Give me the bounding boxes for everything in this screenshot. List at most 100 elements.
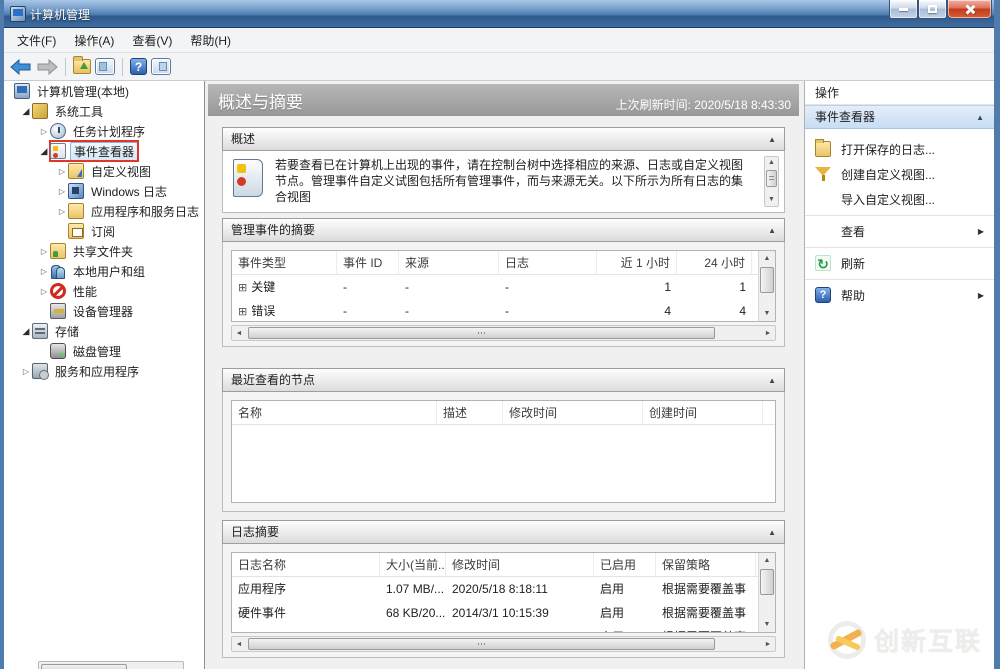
log-summary-vertical-scrollbar[interactable]: ▲ ▼ (758, 553, 775, 632)
action-refresh[interactable]: ↻ 刷新 (805, 251, 994, 276)
action-create-custom-view[interactable]: 创建自定义视图... (805, 162, 994, 187)
table-row[interactable]: 硬件事件 68 KB/20... 2014/3/1 10:15:39 启用 根据… (232, 601, 775, 625)
tree-item-computer-management[interactable]: 计算机管理(本地) (4, 81, 204, 101)
expand-row-icon[interactable]: ⊞ (238, 306, 247, 318)
scroll-up-icon[interactable]: ▲ (765, 157, 778, 169)
tree-item-local-users-groups[interactable]: ▷ 本地用户和组 (4, 261, 204, 281)
collapse-icon[interactable]: ▲ (768, 369, 776, 393)
scroll-down-icon[interactable]: ▼ (759, 617, 775, 632)
col-event-id[interactable]: 事件 ID (337, 251, 399, 275)
col-log[interactable]: 日志 (499, 251, 597, 275)
scrollbar-thumb[interactable] (41, 664, 128, 669)
actions-group-event-viewer[interactable]: 事件查看器 ▲ (805, 105, 994, 129)
menu-action[interactable]: 操作(A) (65, 29, 123, 52)
tree-item-subscriptions[interactable]: 订阅 (4, 221, 204, 241)
expand-row-icon[interactable]: ⊞ (238, 282, 247, 294)
tree-item-custom-views[interactable]: ▷ 自定义视图 (4, 161, 204, 181)
tree-item-task-scheduler[interactable]: ▷ 任务计划程序 (4, 121, 204, 141)
col-modified[interactable]: 修改时间 (503, 401, 643, 425)
expander-expanded-icon[interactable]: ◢ (20, 326, 32, 337)
tree-item-device-manager[interactable]: 设备管理器 (4, 301, 204, 321)
scrollbar-thumb[interactable] (766, 170, 777, 187)
device-manager-icon (50, 303, 66, 319)
col-modified[interactable]: 修改时间 (446, 553, 594, 577)
col-name[interactable]: 名称 (232, 401, 437, 425)
back-icon[interactable] (10, 58, 32, 75)
col-log-name[interactable]: 日志名称 (232, 553, 380, 577)
admin-events-vertical-scrollbar[interactable]: ▲ ▼ (758, 251, 775, 321)
forward-icon[interactable] (36, 58, 58, 75)
close-button[interactable] (947, 0, 992, 19)
table-row[interactable]: 应用程序 1.07 MB/... 2020/5/18 8:18:11 启用 根据… (232, 577, 775, 601)
col-created[interactable]: 创建时间 (643, 401, 763, 425)
expander-collapsed-icon[interactable]: ▷ (38, 267, 50, 276)
scrollbar-thumb[interactable] (248, 638, 715, 650)
section-header-admin-events[interactable]: 管理事件的摘要 ▲ (222, 218, 785, 242)
scroll-up-icon[interactable]: ▲ (759, 553, 775, 568)
section-header-recent-nodes[interactable]: 最近查看的节点 ▲ (222, 368, 785, 392)
table-row[interactable]: ⊞ 错误 - - - 4 4 (232, 299, 775, 321)
tree-item-storage[interactable]: ◢ 存储 (4, 321, 204, 341)
scrollbar-thumb[interactable] (760, 569, 774, 595)
col-size[interactable]: 大小(当前... (380, 553, 446, 577)
scrollbar-thumb[interactable] (248, 327, 715, 339)
help-toolbar-icon[interactable]: ? (130, 58, 147, 75)
expander-collapsed-icon[interactable]: ▷ (38, 287, 50, 296)
export-list-icon[interactable] (73, 56, 91, 74)
col-last-hour[interactable]: 近 1 小时 (597, 251, 677, 275)
menu-view[interactable]: 查看(V) (123, 29, 181, 52)
admin-events-horizontal-scrollbar[interactable]: ◄ ► (231, 325, 776, 341)
collapse-icon[interactable]: ▲ (976, 106, 984, 129)
overview-vertical-scrollbar[interactable]: ▲ ▼ (764, 156, 779, 207)
log-summary-horizontal-scrollbar[interactable]: ◄ ► (231, 636, 776, 652)
menu-file[interactable]: 文件(F) (8, 29, 65, 52)
tree-item-performance[interactable]: ▷ 性能 (4, 281, 204, 301)
col-24-hours[interactable]: 24 小时 (677, 251, 752, 275)
col-event-type[interactable]: 事件类型 (232, 251, 337, 275)
scroll-down-icon[interactable]: ▼ (759, 306, 775, 321)
expander-collapsed-icon[interactable]: ▷ (38, 127, 50, 136)
collapse-icon[interactable]: ▲ (768, 128, 776, 152)
collapse-icon[interactable]: ▲ (768, 521, 776, 545)
expander-expanded-icon[interactable]: ◢ (20, 106, 32, 117)
expander-collapsed-icon[interactable]: ▷ (56, 187, 68, 196)
scroll-down-icon[interactable]: ▼ (765, 194, 778, 206)
tree-item-event-viewer[interactable]: ◢ 事件查看器 (4, 140, 204, 162)
expander-collapsed-icon[interactable]: ▷ (56, 167, 68, 176)
action-import-custom-view[interactable]: 导入自定义视图... (805, 187, 994, 212)
action-help[interactable]: ? 帮助 ▶ (805, 283, 994, 308)
tree-item-disk-management[interactable]: 磁盘管理 (4, 341, 204, 361)
tree-item-shared-folders[interactable]: ▷ 共享文件夹 (4, 241, 204, 261)
table-row[interactable]: ⊞ 关键 - - - 1 1 (232, 275, 775, 299)
col-description[interactable]: 描述 (437, 401, 503, 425)
scroll-up-icon[interactable]: ▲ (759, 251, 775, 266)
action-view[interactable]: 查看 ▶ (805, 219, 994, 244)
minimize-button[interactable] (889, 0, 918, 19)
col-source[interactable]: 来源 (399, 251, 499, 275)
col-retention[interactable]: 保留策略 (656, 553, 756, 577)
show-console-tree-icon[interactable] (95, 58, 115, 75)
section-header-overview[interactable]: 概述 ▲ (222, 127, 785, 151)
tree-horizontal-scrollbar[interactable] (38, 661, 184, 669)
maximize-button[interactable] (918, 0, 947, 19)
scroll-right-icon[interactable]: ► (761, 637, 775, 651)
col-enabled[interactable]: 已启用 (594, 553, 656, 577)
scrollbar-thumb[interactable] (760, 267, 774, 293)
scroll-left-icon[interactable]: ◄ (232, 326, 246, 340)
action-open-saved-log[interactable]: 打开保存的日志... (805, 137, 994, 162)
tree-item-windows-logs[interactable]: ▷ Windows 日志 (4, 181, 204, 201)
expander-collapsed-icon[interactable]: ▷ (20, 367, 32, 376)
tree-item-app-services-logs[interactable]: ▷ 应用程序和服务日志 (4, 201, 204, 221)
tree-item-system-tools[interactable]: ◢ 系统工具 (4, 101, 204, 121)
tree-item-services-applications[interactable]: ▷ 服务和应用程序 (4, 361, 204, 381)
section-header-log-summary[interactable]: 日志摘要 ▲ (222, 520, 785, 544)
expander-collapsed-icon[interactable]: ▷ (38, 247, 50, 256)
collapse-icon[interactable]: ▲ (768, 219, 776, 243)
expander-expanded-icon[interactable]: ◢ (38, 146, 50, 157)
show-action-pane-icon[interactable] (151, 58, 171, 75)
scroll-right-icon[interactable]: ► (761, 326, 775, 340)
menu-help[interactable]: 帮助(H) (181, 29, 240, 52)
expander-collapsed-icon[interactable]: ▷ (56, 207, 68, 216)
table-row[interactable]: Internet Explorer 68 KB/1... 2014/3/1 10… (232, 625, 775, 632)
scroll-left-icon[interactable]: ◄ (232, 637, 246, 651)
